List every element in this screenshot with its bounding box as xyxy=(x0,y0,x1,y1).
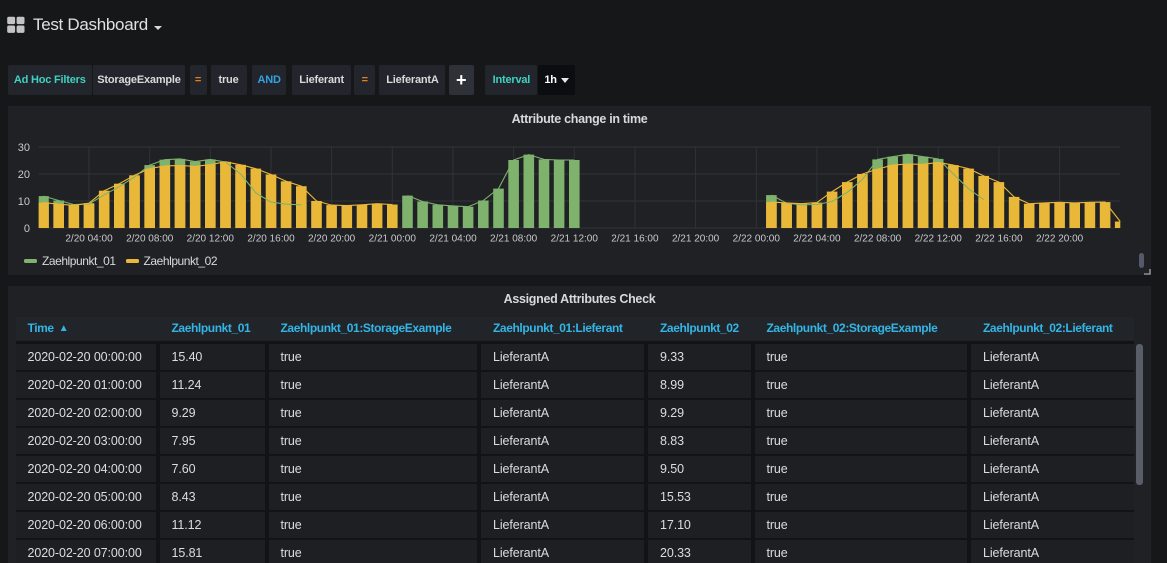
svg-text:2/21 00:00: 2/21 00:00 xyxy=(369,233,417,244)
svg-text:2/21 08:00: 2/21 08:00 xyxy=(490,233,538,244)
svg-text:2/22 12:00: 2/22 12:00 xyxy=(915,233,963,244)
svg-text:20: 20 xyxy=(18,169,30,181)
svg-text:2/22 00:00: 2/22 00:00 xyxy=(733,233,781,244)
svg-text:2/22 16:00: 2/22 16:00 xyxy=(975,233,1023,244)
svg-text:2/21 04:00: 2/21 04:00 xyxy=(429,233,477,244)
svg-text:2/20 04:00: 2/20 04:00 xyxy=(65,233,113,244)
svg-text:2/21 12:00: 2/21 12:00 xyxy=(551,233,599,244)
svg-text:2/21 16:00: 2/21 16:00 xyxy=(611,233,659,244)
svg-text:30: 30 xyxy=(18,142,30,154)
svg-text:2/22 20:00: 2/22 20:00 xyxy=(1036,233,1084,244)
svg-text:2/20 08:00: 2/20 08:00 xyxy=(126,233,174,244)
svg-text:2/21 20:00: 2/21 20:00 xyxy=(672,233,720,244)
svg-text:2/22 04:00: 2/22 04:00 xyxy=(793,233,841,244)
svg-text:2/22 08:00: 2/22 08:00 xyxy=(854,233,902,244)
svg-text:2/20 12:00: 2/20 12:00 xyxy=(187,233,235,244)
svg-text:10: 10 xyxy=(18,196,30,208)
svg-text:2/20 20:00: 2/20 20:00 xyxy=(308,233,356,244)
svg-text:2/20 16:00: 2/20 16:00 xyxy=(247,233,295,244)
svg-text:0: 0 xyxy=(24,223,30,235)
